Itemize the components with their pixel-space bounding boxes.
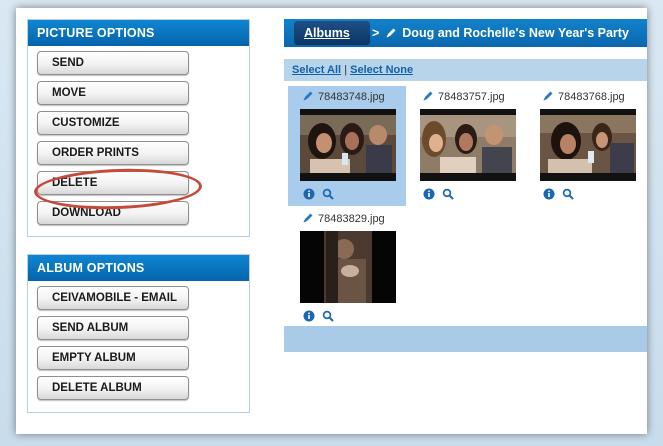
photo-tile[interactable]: 78483748.jpg: [288, 86, 406, 206]
album-footer-bar: [284, 326, 647, 352]
pencil-icon[interactable]: [302, 212, 314, 227]
photo-thumbnail[interactable]: [420, 109, 516, 181]
breadcrumb-separator: >: [372, 26, 380, 40]
send-album-button[interactable]: SEND ALBUM: [37, 316, 189, 340]
empty-album-button[interactable]: EMPTY ALBUM: [37, 346, 189, 370]
photo-tile[interactable]: 78483757.jpg: [408, 86, 526, 206]
selection-divider: |: [344, 64, 348, 76]
pencil-icon[interactable]: [302, 90, 314, 105]
pencil-icon[interactable]: [385, 21, 397, 49]
magnifier-icon[interactable]: [322, 187, 335, 205]
picture-options-panel: PICTURE OPTIONS SEND MOVE CUSTOMIZE ORDE…: [27, 19, 250, 237]
magnifier-icon[interactable]: [562, 187, 575, 205]
pencil-icon[interactable]: [422, 90, 434, 105]
album-view: Albums > Doug and Rochelle's New Year's …: [284, 19, 647, 352]
customize-button[interactable]: CUSTOMIZE: [37, 111, 189, 135]
app-window: PICTURE OPTIONS SEND MOVE CUSTOMIZE ORDE…: [16, 8, 647, 434]
album-options-panel: ALBUM OPTIONS CEIVAMOBILE - EMAIL SEND A…: [27, 254, 250, 413]
send-button[interactable]: SEND: [37, 51, 189, 75]
pencil-icon[interactable]: [542, 90, 554, 105]
info-icon[interactable]: [423, 187, 435, 205]
selection-bar: Select All | Select None: [284, 59, 647, 81]
photo-thumbnail[interactable]: [300, 231, 396, 303]
breadcrumb: > Doug and Rochelle's New Year's Party: [372, 19, 629, 47]
album-options-header: ALBUM OPTIONS: [28, 255, 249, 281]
album-header-bar: Albums > Doug and Rochelle's New Year's …: [284, 19, 647, 47]
order-prints-button[interactable]: ORDER PRINTS: [37, 141, 189, 165]
magnifier-icon[interactable]: [442, 187, 455, 205]
delete-album-button[interactable]: DELETE ALBUM: [37, 376, 189, 400]
select-none-link[interactable]: Select None: [350, 64, 413, 76]
select-all-link[interactable]: Select All: [292, 64, 341, 76]
info-icon[interactable]: [303, 187, 315, 205]
photo-thumbnail[interactable]: [300, 109, 396, 181]
photo-filename: 78483829.jpg: [318, 213, 385, 225]
move-button[interactable]: MOVE: [37, 81, 189, 105]
magnifier-icon[interactable]: [322, 309, 335, 327]
info-icon[interactable]: [543, 187, 555, 205]
album-title: Doug and Rochelle's New Year's Party: [402, 26, 629, 40]
photo-tile[interactable]: 78483829.jpg: [288, 208, 406, 328]
photo-filename: 78483757.jpg: [438, 91, 505, 103]
albums-link[interactable]: Albums: [294, 21, 370, 45]
photo-filename: 78483768.jpg: [558, 91, 625, 103]
photo-filename: 78483748.jpg: [318, 91, 385, 103]
ceivamobile-email-button[interactable]: CEIVAMOBILE - EMAIL: [37, 286, 189, 310]
download-button[interactable]: DOWNLOAD: [37, 201, 189, 225]
delete-button[interactable]: DELETE: [37, 171, 189, 195]
photo-thumbnail[interactable]: [540, 109, 636, 181]
info-icon[interactable]: [303, 309, 315, 327]
photo-tile[interactable]: 78483768.jpg: [528, 86, 646, 206]
picture-options-header: PICTURE OPTIONS: [28, 20, 249, 46]
